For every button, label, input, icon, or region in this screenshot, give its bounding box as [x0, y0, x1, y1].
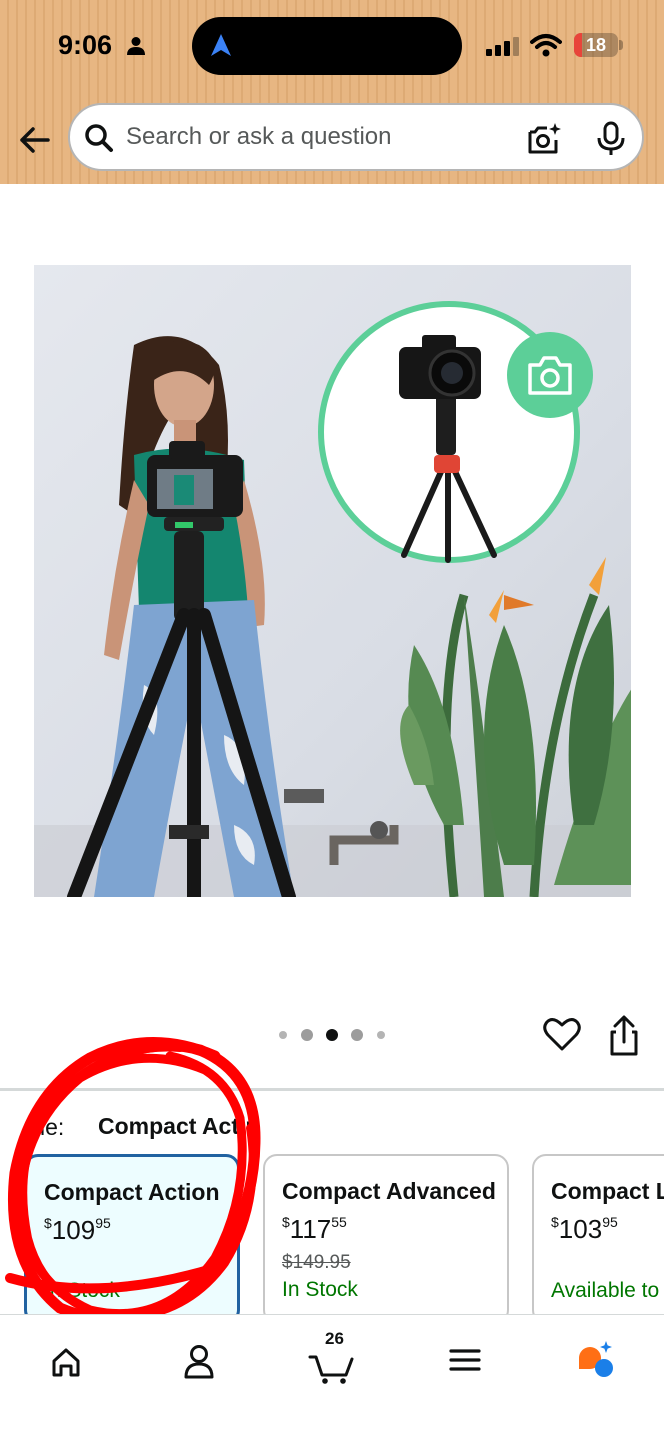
- option-name: Compact Action: [44, 1179, 220, 1205]
- menu-icon[interactable]: [435, 1335, 495, 1385]
- camera-icon: [528, 356, 572, 395]
- option-price: $10395: [551, 1214, 618, 1244]
- carousel-dot-active[interactable]: [326, 1029, 338, 1041]
- back-arrow-icon[interactable]: [14, 118, 58, 162]
- option-availability: In Stock: [282, 1278, 358, 1301]
- battery-nub: [619, 40, 623, 50]
- share-icon[interactable]: [604, 1014, 644, 1058]
- section-divider: [0, 1088, 664, 1091]
- person-icon: [127, 37, 145, 55]
- style-option-compact-advanced[interactable]: Compact Advanced $11755 $149.95 In Stock: [263, 1154, 509, 1324]
- carousel-dot[interactable]: [351, 1029, 363, 1041]
- cart-count: 26: [325, 1329, 344, 1348]
- option-name: Compact L: [551, 1178, 664, 1204]
- status-time: 9:06: [58, 30, 113, 60]
- bottom-navigation: 26: [0, 1314, 664, 1440]
- wifi-icon: [530, 34, 562, 57]
- rufus-assistant-icon[interactable]: [568, 1335, 628, 1385]
- style-label: le:: [40, 1114, 65, 1140]
- option-availability: Available to 2 days: [551, 1279, 664, 1302]
- style-option-compact-action[interactable]: Compact Action $10995 In Stock: [24, 1154, 240, 1324]
- style-option-compact-l[interactable]: Compact L $10395 Available to 2 days: [532, 1154, 664, 1324]
- microphone-icon[interactable]: [596, 121, 626, 157]
- app-header: 9:06 18: [0, 0, 664, 184]
- search-bar[interactable]: [68, 103, 644, 171]
- carousel-dot[interactable]: [301, 1029, 313, 1041]
- cellular-signal-icon: [486, 37, 519, 56]
- option-name: Compact Advanced: [282, 1178, 496, 1204]
- option-availability: In Stock: [44, 1279, 120, 1302]
- battery-level: 18: [585, 35, 607, 55]
- option-price: $11755: [282, 1214, 347, 1244]
- camera-search-icon[interactable]: [526, 121, 562, 157]
- heart-icon[interactable]: [542, 1014, 582, 1054]
- account-icon[interactable]: [169, 1335, 229, 1385]
- search-icon: [85, 124, 113, 152]
- carousel-dot[interactable]: [377, 1031, 385, 1039]
- product-image[interactable]: [34, 265, 631, 897]
- camera-badge: [507, 332, 593, 418]
- battery-icon: 18: [574, 33, 618, 57]
- home-icon[interactable]: [36, 1335, 96, 1385]
- search-input[interactable]: [126, 119, 506, 155]
- navigation-arrow-icon: [211, 34, 231, 56]
- carousel-dot[interactable]: [279, 1031, 287, 1039]
- option-price: $10995: [44, 1215, 111, 1245]
- option-list-price: $149.95: [282, 1252, 351, 1273]
- style-selected-value: Compact Act n: [98, 1113, 260, 1139]
